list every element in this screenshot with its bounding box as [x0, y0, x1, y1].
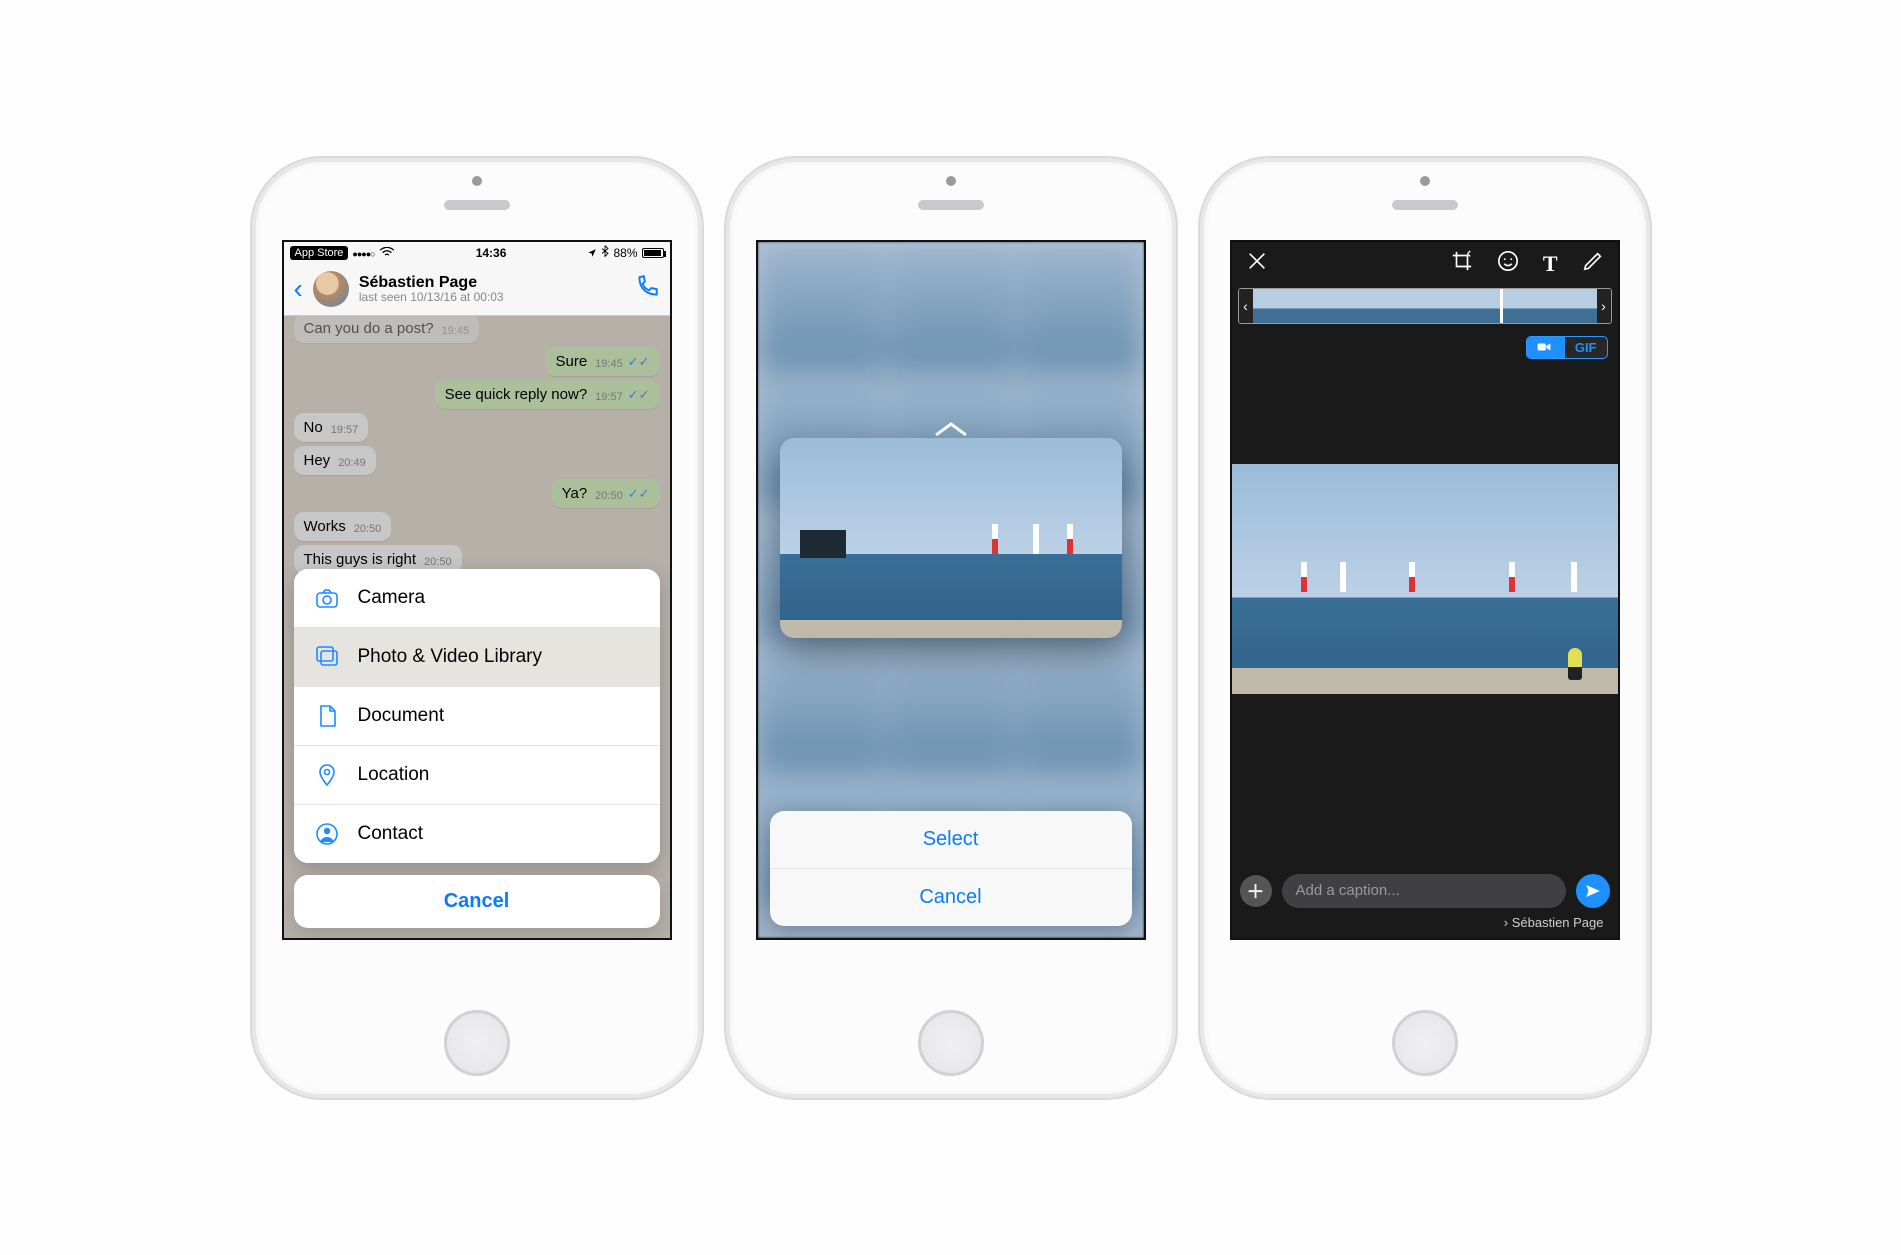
preview-action-menu: Select Cancel	[770, 811, 1132, 926]
person-in-photo	[1568, 648, 1582, 680]
location-services-icon	[587, 248, 597, 258]
phone-2: Select Cancel	[726, 158, 1176, 1098]
add-media-button[interactable]: ＋	[1240, 875, 1272, 907]
attachment-camera[interactable]: Camera	[294, 569, 660, 627]
attachment-action-sheet: Camera Photo & Video Library Document	[294, 569, 660, 928]
chat-last-seen: last seen 10/13/16 at 00:03	[359, 291, 624, 304]
toggle-gif[interactable]: GIF	[1565, 337, 1607, 358]
emoji-icon[interactable]	[1497, 250, 1519, 277]
chevron-up-icon[interactable]	[934, 420, 968, 436]
preview-photo[interactable]	[780, 438, 1122, 638]
editor-canvas[interactable]	[1232, 464, 1618, 694]
status-back-to-app[interactable]: App Store	[290, 246, 349, 260]
recipient-label: Sébastien Page	[1504, 915, 1604, 930]
back-icon[interactable]: ‹	[294, 273, 303, 305]
attachment-camera-label: Camera	[358, 587, 426, 609]
trim-thumbnails[interactable]	[1253, 289, 1597, 323]
video-icon	[1537, 341, 1551, 353]
document-icon	[314, 703, 340, 729]
trim-left-handle-icon[interactable]: ‹	[1239, 289, 1253, 323]
bluetooth-icon	[601, 245, 609, 260]
chat-contact-name: Sébastien Page	[359, 274, 624, 292]
preview-select-button[interactable]: Select	[770, 811, 1132, 868]
status-time: 14:36	[476, 246, 507, 260]
photo-library-icon	[314, 644, 340, 670]
call-icon[interactable]	[634, 274, 660, 305]
crop-icon[interactable]	[1451, 250, 1473, 277]
video-gif-toggle[interactable]: GIF	[1526, 336, 1608, 359]
avatar[interactable]	[313, 271, 349, 307]
caption-input[interactable]: Add a caption...	[1282, 874, 1566, 908]
home-button[interactable]	[918, 1010, 984, 1076]
contact-icon	[314, 821, 340, 847]
toggle-gif-label: GIF	[1575, 340, 1597, 355]
preview-cancel-button[interactable]: Cancel	[770, 868, 1132, 926]
wifi-icon	[379, 246, 395, 260]
close-icon[interactable]	[1246, 250, 1268, 277]
playhead-handle[interactable]	[1500, 289, 1503, 323]
status-battery-pct: 88%	[613, 246, 637, 260]
phone-3: T ‹ › GIF	[1200, 158, 1650, 1098]
attachment-document-label: Document	[358, 705, 445, 727]
attachment-location[interactable]: Location	[294, 745, 660, 804]
draw-icon[interactable]	[1582, 250, 1604, 277]
home-button[interactable]	[1392, 1010, 1458, 1076]
chat-nav-bar: ‹ Sébastien Page last seen 10/13/16 at 0…	[284, 264, 670, 316]
cell-signal-icon	[352, 246, 374, 260]
attachment-document[interactable]: Document	[294, 686, 660, 745]
editor-bottom-bar: ＋ Add a caption...	[1240, 874, 1610, 908]
attachment-library[interactable]: Photo & Video Library	[294, 627, 660, 686]
battery-icon	[642, 248, 664, 258]
attachment-cancel-button[interactable]: Cancel	[294, 875, 660, 928]
phone-1: App Store 14:36 88% ‹ Sébastien Page	[252, 158, 702, 1098]
toggle-video[interactable]	[1527, 337, 1565, 358]
camera-icon	[314, 585, 340, 611]
attachment-contact[interactable]: Contact	[294, 804, 660, 863]
video-trim-strip[interactable]: ‹ ›	[1238, 288, 1612, 324]
screen-whatsapp-attachment: App Store 14:36 88% ‹ Sébastien Page	[282, 240, 672, 940]
caption-placeholder: Add a caption...	[1296, 882, 1400, 899]
screen-photo-preview: Select Cancel	[756, 240, 1146, 940]
attachment-library-label: Photo & Video Library	[358, 646, 543, 668]
screen-media-editor: T ‹ › GIF	[1230, 240, 1620, 940]
location-pin-icon	[314, 762, 340, 788]
home-button[interactable]	[444, 1010, 510, 1076]
attachment-location-label: Location	[358, 764, 430, 786]
attachment-contact-label: Contact	[358, 823, 423, 845]
status-bar: App Store 14:36 88%	[284, 242, 670, 264]
text-tool-icon[interactable]: T	[1543, 253, 1558, 275]
editor-topbar: T	[1232, 242, 1618, 286]
send-button[interactable]	[1576, 874, 1610, 908]
trim-right-handle-icon[interactable]: ›	[1597, 289, 1611, 323]
